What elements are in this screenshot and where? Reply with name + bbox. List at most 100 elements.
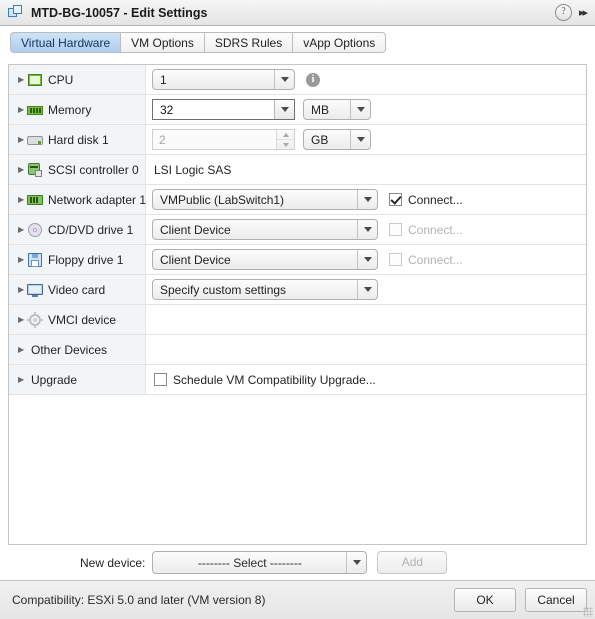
chevron-down-icon (274, 70, 294, 89)
chevron-down-icon (350, 130, 370, 149)
row-control-video-card: Specify custom settings (146, 275, 586, 304)
stepper-down-icon[interactable] (277, 140, 294, 149)
table-row-cd-dvd: ▶ CD/DVD drive 1 Client Device Connect..… (9, 215, 586, 245)
row-label-video-card: ▶ Video card (9, 275, 146, 304)
cancel-button[interactable]: Cancel (525, 588, 587, 612)
cd-dvd-connect-label: Connect... (408, 222, 463, 237)
memory-icon (27, 102, 43, 118)
vmci-gear-icon (27, 311, 43, 328)
tab-sdrs-rules[interactable]: SDRS Rules (203, 32, 293, 53)
help-icon[interactable]: ? (554, 4, 572, 21)
row-label-cd-dvd: ▶ CD/DVD drive 1 (9, 215, 146, 244)
scsi-controller-icon (27, 162, 43, 178)
expand-arrow-icon[interactable]: ▶ (18, 195, 27, 204)
cd-dvd-dropdown[interactable]: Client Device (152, 219, 378, 240)
row-label-text: Network adapter 1 (48, 192, 147, 207)
row-label-text: CD/DVD drive 1 (48, 222, 134, 237)
row-control-other-devices (146, 335, 586, 364)
expand-arrow-icon[interactable]: ▶ (18, 255, 27, 264)
row-label-network-adapter: ▶ Network adapter 1 (9, 185, 146, 214)
schedule-upgrade-checkbox[interactable]: Schedule VM Compatibility Upgrade... (152, 373, 376, 387)
scsi-controller-type: LSI Logic SAS (154, 162, 232, 177)
floppy-connect-checkbox[interactable]: Connect... (389, 253, 463, 267)
new-device-dropdown[interactable]: -------- Select -------- (152, 551, 368, 574)
expand-arrow-icon[interactable]: ▶ (18, 225, 27, 234)
ok-button[interactable]: OK (454, 588, 516, 612)
cd-dvd-icon (27, 222, 43, 238)
row-label-text: CPU (48, 72, 74, 87)
row-label-vmci-device: ▶ VMCI device (9, 305, 146, 334)
floppy-icon (27, 252, 43, 268)
table-row-floppy: ▶ Floppy drive 1 Client Device Connect..… (9, 245, 586, 275)
expand-arrow-icon[interactable]: ▶ (18, 345, 27, 354)
tab-virtual-hardware[interactable]: Virtual Hardware (10, 32, 121, 53)
tab-vapp-options[interactable]: vApp Options (292, 32, 387, 53)
row-label-text: Video card (48, 282, 106, 297)
memory-size-input[interactable]: 32 (152, 99, 295, 120)
device-row-list: ▶ CPU 1 i ▶ Memory 32 MB ▶ Hard disk 1 2… (9, 65, 586, 395)
add-device-button[interactable]: Add (377, 551, 448, 574)
floppy-value: Client Device (160, 252, 231, 267)
chevron-down-icon (346, 552, 366, 573)
row-label-cpu: ▶ CPU (9, 65, 146, 94)
cd-dvd-connect-checkbox[interactable]: Connect... (389, 223, 463, 237)
row-control-hard-disk: 2 GB (146, 125, 586, 154)
stepper-buttons[interactable] (276, 130, 294, 149)
row-label-upgrade: ▶ Upgrade (9, 365, 146, 394)
cpu-dropdown-value: 1 (160, 72, 167, 87)
info-icon[interactable]: i (306, 72, 320, 87)
video-card-icon (27, 282, 43, 298)
expand-arrow-icon[interactable]: ▶ (18, 285, 27, 294)
chevron-down-icon (357, 250, 377, 269)
row-control-vmci-device (146, 305, 586, 334)
row-label-text: Upgrade (31, 372, 78, 387)
resize-grip[interactable] (583, 607, 593, 617)
floppy-dropdown[interactable]: Client Device (152, 249, 378, 270)
row-label-text: VMCI device (48, 312, 117, 327)
row-control-cd-dvd: Client Device Connect... (146, 215, 586, 244)
compatibility-text: Compatibility: ESXi 5.0 and later (VM ve… (12, 593, 266, 607)
row-control-memory: 32 MB (146, 95, 586, 124)
row-label-scsi-controller: ▶ SCSI controller 0 (9, 155, 146, 184)
checkbox-box (154, 373, 167, 386)
stepper-up-icon[interactable] (277, 130, 294, 140)
expand-arrow-icon[interactable]: ▶ (18, 165, 27, 174)
hard-disk-unit-dropdown[interactable]: GB (303, 129, 371, 150)
row-label-hard-disk: ▶ Hard disk 1 (9, 125, 146, 154)
expand-arrow-icon[interactable]: ▶ (18, 135, 27, 144)
network-connect-label: Connect... (408, 192, 463, 207)
expand-arrow-icon[interactable]: ▶ (18, 375, 27, 384)
checkbox-box (389, 253, 402, 266)
hard-disk-icon (27, 132, 43, 148)
video-card-dropdown[interactable]: Specify custom settings (152, 279, 378, 300)
tab-vm-options[interactable]: VM Options (120, 32, 204, 53)
network-connect-checkbox[interactable]: Connect... (389, 193, 463, 207)
memory-unit-dropdown[interactable]: MB (303, 99, 371, 120)
cpu-dropdown[interactable]: 1 (152, 69, 295, 90)
chevron-down-icon (357, 190, 377, 209)
cpu-icon (27, 72, 43, 88)
expand-arrow-icon[interactable]: ▶ (18, 75, 27, 84)
expand-arrow-icon[interactable]: ▶ (18, 315, 27, 324)
table-row-memory: ▶ Memory 32 MB (9, 95, 586, 125)
hard-disk-size-stepper[interactable]: 2 (152, 129, 295, 150)
hard-disk-unit-value: GB (311, 132, 329, 147)
row-label-memory: ▶ Memory (9, 95, 146, 124)
expand-arrow-icon[interactable]: ▶ (18, 105, 27, 114)
row-label-other-devices: ▶ Other Devices (9, 335, 146, 364)
memory-unit-value: MB (311, 102, 329, 117)
schedule-upgrade-label: Schedule VM Compatibility Upgrade... (173, 372, 376, 387)
expand-chevron-icon[interactable]: ▸▸ (579, 6, 589, 19)
dialog-title: MTD-BG-10057 - Edit Settings (31, 5, 208, 20)
new-device-bar: New device: -------- Select -------- Add (0, 546, 595, 579)
table-row-hard-disk: ▶ Hard disk 1 2 GB (9, 125, 586, 155)
table-row-vmci-device: ▶ VMCI device (9, 305, 586, 335)
checkbox-box (389, 223, 402, 236)
table-row-scsi-controller: ▶ SCSI controller 0 LSI Logic SAS (9, 155, 586, 185)
hardware-panel: ▶ CPU 1 i ▶ Memory 32 MB ▶ Hard disk 1 2… (8, 64, 587, 545)
network-adapter-dropdown[interactable]: VMPublic (LabSwitch1) (152, 189, 378, 210)
vm-icon (8, 4, 24, 21)
dialog-footer: Compatibility: ESXi 5.0 and later (VM ve… (0, 580, 595, 619)
tab-strip: Virtual Hardware VM Options SDRS Rules v… (0, 26, 595, 53)
row-label-text: Floppy drive 1 (48, 252, 124, 267)
